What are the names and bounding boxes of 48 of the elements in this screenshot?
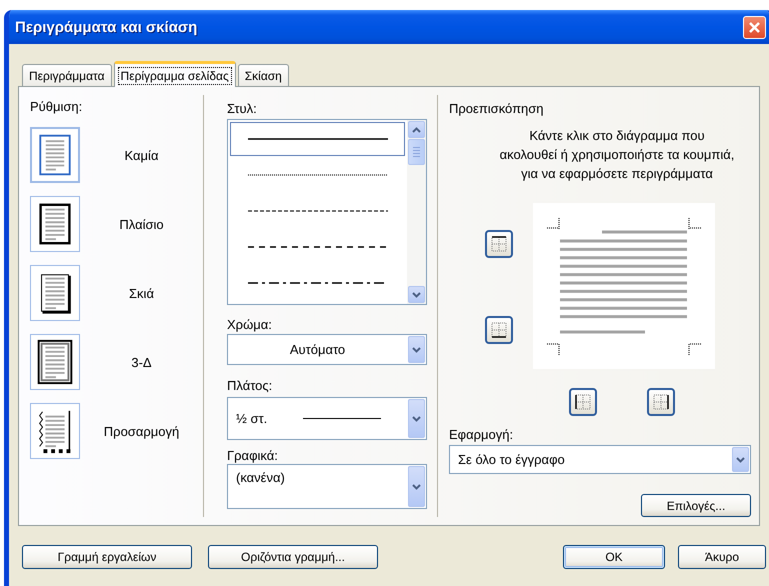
width-label: Πλάτος: — [227, 378, 274, 393]
setting-option-label: Σκιά — [128, 286, 155, 300]
setting-option-label: Πλαίσιο — [118, 216, 165, 232]
chevron-down-icon — [412, 292, 421, 298]
line-style-option[interactable] — [230, 122, 405, 156]
setting-option-label: Προσαρμογή — [102, 424, 180, 438]
tab[interactable]: Σκίαση — [238, 64, 289, 86]
line-style-list[interactable] — [227, 119, 427, 305]
chevron-down-icon — [412, 416, 421, 422]
window-title: Περιγράμματα και σκίαση — [15, 18, 198, 36]
close-icon — [748, 20, 761, 34]
top-border-button[interactable] — [485, 230, 513, 258]
setting-option-label: 3-Δ — [130, 354, 153, 370]
close-button[interactable] — [743, 16, 766, 38]
tab[interactable]: Περιγράμματα — [22, 64, 112, 86]
setting-label: Ρύθμιση: — [30, 99, 84, 114]
setting-option-label: Καμία — [124, 148, 160, 162]
chevron-down-icon — [412, 346, 421, 352]
dropdown-button[interactable] — [732, 447, 749, 472]
chevron-down-icon — [412, 484, 421, 490]
dropdown-button[interactable] — [408, 336, 425, 363]
apply-dropdown[interactable]: Σε όλο το έγγραφο — [449, 445, 751, 474]
art-label: Γραφικά: — [227, 448, 279, 463]
color-dropdown[interactable]: Αυτόματο — [227, 334, 427, 365]
scrollbar[interactable] — [407, 120, 426, 304]
dropdown-button[interactable] — [408, 399, 425, 438]
apply-label: Εφαρμογή: — [449, 427, 514, 442]
scroll-thumb[interactable] — [408, 139, 425, 165]
art-dropdown[interactable]: (κανένα) — [227, 464, 427, 509]
tab[interactable]: Περίγραμμα σελίδας — [114, 61, 236, 87]
dialog-button[interactable]: Άκυρο — [678, 545, 766, 569]
preview-label: Προεπισκόπηση — [449, 101, 545, 116]
width-dropdown[interactable]: ½ στ. — [227, 397, 427, 440]
chevron-up-icon — [412, 126, 421, 132]
left-border-button[interactable] — [569, 388, 597, 416]
preview-hint: Κάντε κλικ στο διάγραμμα που ακολουθεί ή χρησιμοποιήστε τα κουμπιά, για να εφαρμόσετε περιγράμματα — [498, 127, 736, 183]
right-border-button[interactable] — [647, 388, 675, 416]
chevron-down-icon — [736, 456, 745, 462]
style-label: Στυλ: — [227, 101, 258, 116]
scroll-down-button[interactable] — [408, 286, 425, 303]
dialog-button[interactable]: Γραμμή εργαλείων — [22, 545, 192, 569]
dropdown-button[interactable] — [408, 466, 425, 507]
dialog-button[interactable]: Οριζόντια γραμμή... — [208, 545, 378, 569]
scroll-up-button[interactable] — [408, 121, 425, 138]
bottom-border-button[interactable] — [485, 316, 513, 344]
dialog-button[interactable]: OK — [563, 545, 665, 569]
options-button[interactable]: Επιλογές... — [641, 494, 751, 517]
color-label: Χρώμα: — [227, 317, 273, 332]
